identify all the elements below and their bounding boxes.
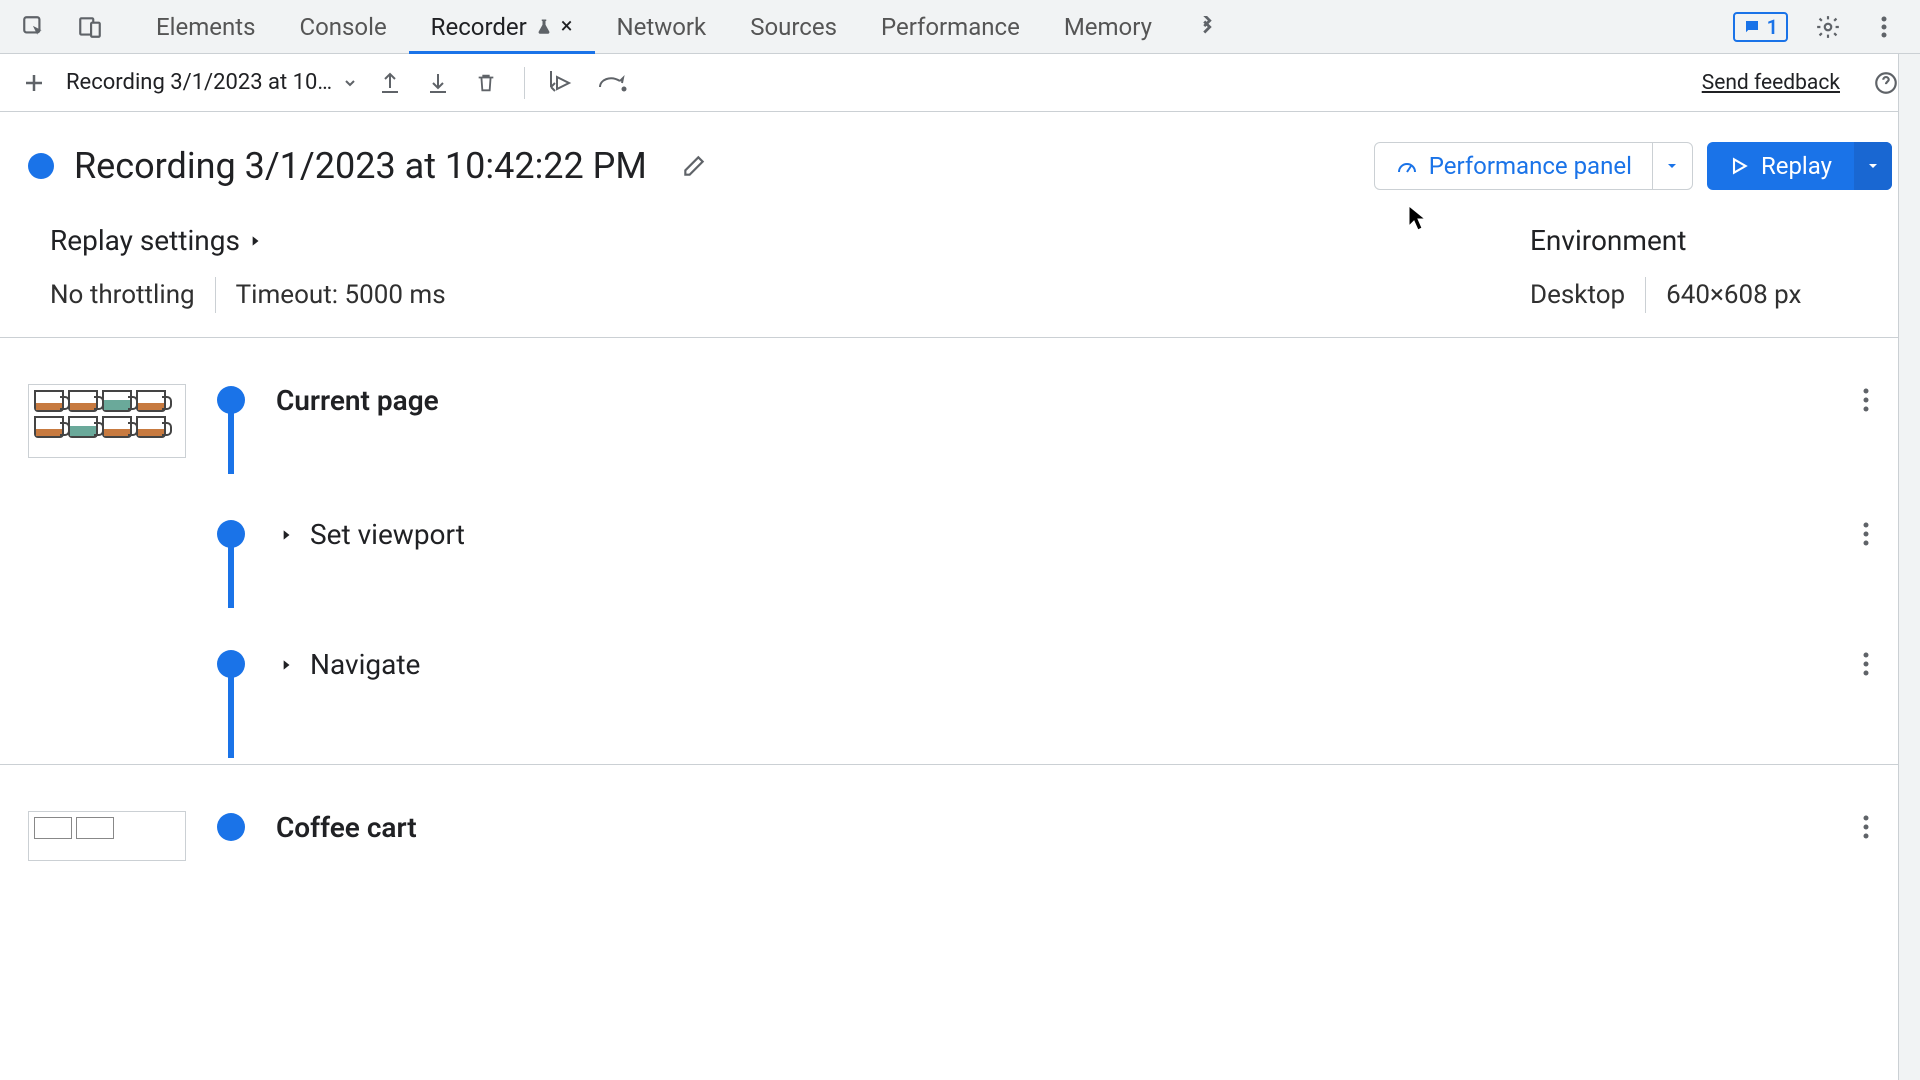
settings-panel: Replay settings No throttling Timeout: 5… <box>0 214 1920 338</box>
step-group: Coffee cart <box>0 765 1920 927</box>
step-title: Current page <box>276 384 439 417</box>
step-over-icon[interactable] <box>595 67 633 99</box>
step-menu-icon[interactable] <box>1850 648 1882 680</box>
flask-icon <box>535 18 553 36</box>
timeout-value: Timeout: 5000 ms <box>236 280 446 310</box>
step-navigate[interactable]: Navigate <box>28 648 1892 718</box>
scrollbar[interactable] <box>1898 54 1920 1080</box>
step-title: Coffee cart <box>276 811 417 844</box>
device-toggle-icon[interactable] <box>74 11 106 43</box>
step-group: Current page Set viewport <box>0 338 1920 765</box>
settings-icon[interactable] <box>1812 11 1844 43</box>
recorder-toolbar: Recording 3/1/2023 at 10… Send feedback <box>0 54 1920 112</box>
export-icon[interactable] <box>422 67 454 99</box>
timeline-dot <box>217 813 245 841</box>
step-current-page[interactable]: Current page <box>28 384 1892 458</box>
tabs-overflow[interactable] <box>1174 0 1240 53</box>
step-thumbnail <box>28 384 186 458</box>
throttling-value: No throttling <box>50 280 195 310</box>
close-tab-icon[interactable]: × <box>561 14 573 39</box>
more-icon[interactable] <box>1868 11 1900 43</box>
replay-settings-heading[interactable]: Replay settings <box>50 224 1530 257</box>
step-set-viewport[interactable]: Set viewport <box>28 518 1892 588</box>
issues-badge[interactable]: 1 <box>1733 12 1788 42</box>
new-recording-icon[interactable] <box>18 67 50 99</box>
performance-panel-caret[interactable] <box>1652 143 1692 189</box>
tab-performance[interactable]: Performance <box>859 0 1042 53</box>
settings-divider <box>215 277 216 313</box>
chevron-right-icon <box>248 234 262 248</box>
environment-heading: Environment <box>1530 224 1870 257</box>
step-menu-icon[interactable] <box>1850 518 1882 550</box>
feedback-link[interactable]: Send feedback <box>1702 71 1840 95</box>
replay-caret[interactable] <box>1854 142 1892 190</box>
step-replay-icon[interactable] <box>547 67 579 99</box>
replay-button[interactable]: Replay <box>1707 142 1892 190</box>
gauge-icon <box>1395 154 1419 178</box>
performance-panel-button[interactable]: Performance panel <box>1374 142 1693 190</box>
step-thumbnail <box>28 811 186 861</box>
replay-label: Replay <box>1761 152 1832 180</box>
step-coffee-cart[interactable]: Coffee cart <box>28 811 1892 881</box>
toolbar-divider <box>524 67 525 99</box>
tab-sources[interactable]: Sources <box>728 0 859 53</box>
tab-elements[interactable]: Elements <box>134 0 277 53</box>
tab-memory[interactable]: Memory <box>1042 0 1174 53</box>
env-size: 640×608 px <box>1666 280 1801 310</box>
timeline-dot <box>217 650 245 678</box>
env-device: Desktop <box>1530 280 1625 310</box>
tab-recorder[interactable]: Recorder × <box>409 0 595 53</box>
chevron-right-icon[interactable] <box>276 655 296 675</box>
tab-console[interactable]: Console <box>277 0 408 53</box>
recording-title: Recording 3/1/2023 at 10:42:22 PM <box>74 145 647 187</box>
status-dot <box>28 153 54 179</box>
chevron-right-icon[interactable] <box>276 525 296 545</box>
timeline-dot <box>217 520 245 548</box>
recording-header: Recording 3/1/2023 at 10:42:22 PM Perfor… <box>0 112 1920 214</box>
devtools-tabbar: Elements Console Recorder × Network Sour… <box>0 0 1920 54</box>
performance-panel-label: Performance panel <box>1429 152 1632 180</box>
play-icon <box>1729 156 1749 176</box>
steps-list: Current page Set viewport <box>0 338 1920 1028</box>
delete-icon[interactable] <box>470 67 502 99</box>
issues-count: 1 <box>1767 15 1778 39</box>
tab-network[interactable]: Network <box>595 0 729 53</box>
step-title: Navigate <box>310 648 420 681</box>
inspect-icon[interactable] <box>18 11 50 43</box>
settings-divider <box>1645 277 1646 313</box>
recording-selector[interactable]: Recording 3/1/2023 at 10… <box>66 70 358 95</box>
step-menu-icon[interactable] <box>1850 384 1882 416</box>
step-menu-icon[interactable] <box>1850 811 1882 843</box>
edit-title-icon[interactable] <box>681 153 707 179</box>
timeline-dot <box>217 386 245 414</box>
import-icon[interactable] <box>374 67 406 99</box>
step-title: Set viewport <box>310 518 465 551</box>
